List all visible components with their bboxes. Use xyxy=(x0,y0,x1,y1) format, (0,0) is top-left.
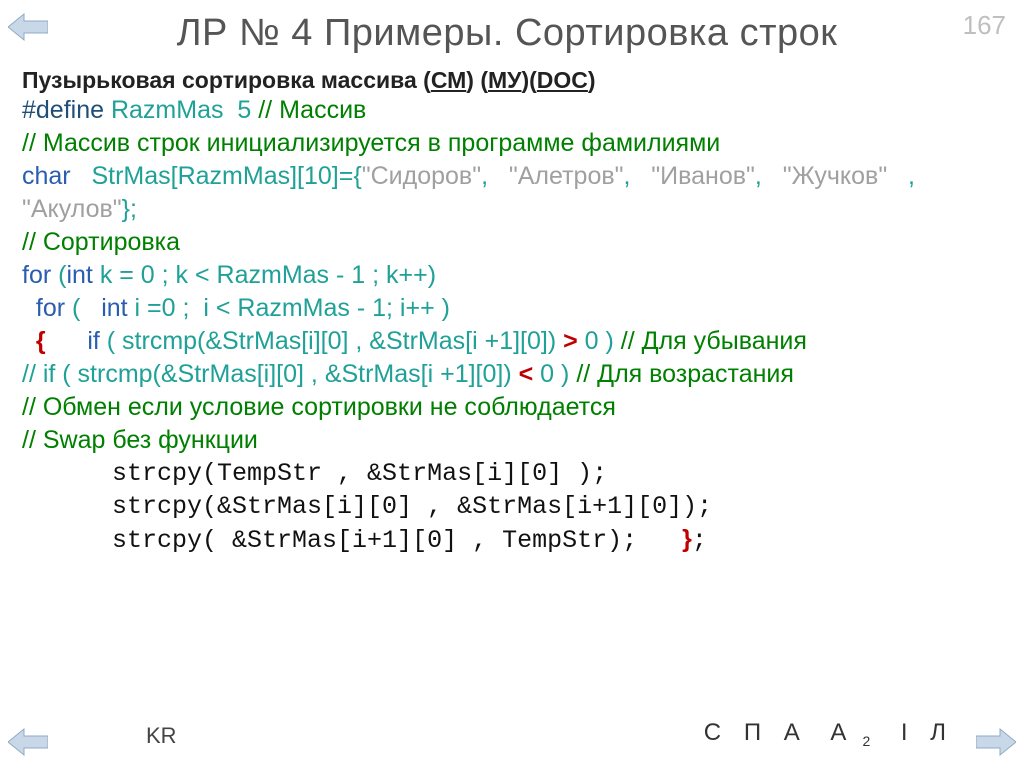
ident-razm: RazmMas 5 xyxy=(104,96,258,124)
str5: "Акулов" xyxy=(22,195,122,223)
indent7 xyxy=(22,294,36,322)
slide-container: 167 ЛР № 4 Примеры. Сортировка строк Пуз… xyxy=(0,0,1024,767)
zero1: 0 ) xyxy=(578,327,621,355)
kw-for1: for xyxy=(22,261,51,289)
nav-i[interactable]: I xyxy=(901,719,908,746)
link-my[interactable]: МУ xyxy=(488,67,521,93)
nav-p[interactable]: П xyxy=(744,719,761,746)
c3: , xyxy=(755,162,783,190)
nav-a[interactable]: А xyxy=(784,719,800,746)
nav-a2[interactable]: А2 xyxy=(822,719,878,746)
subheading-suffix: ) xyxy=(588,67,596,93)
c2: , xyxy=(624,162,652,190)
link-cm[interactable]: СМ xyxy=(431,67,466,93)
comment-desc: // Для убывания xyxy=(621,327,807,355)
str1: "Сидоров" xyxy=(362,162,481,190)
kw-if1: if xyxy=(87,327,100,355)
op-lt: < xyxy=(519,360,534,388)
nav-c[interactable]: С xyxy=(704,719,721,746)
code-line-11: // Swap без функции xyxy=(22,424,1004,457)
code-line-10: // Обмен если условие сортировки не собл… xyxy=(22,391,1004,424)
zero9: 0 ) xyxy=(533,360,576,388)
link-doc[interactable]: DOC xyxy=(537,67,588,93)
code-line-6: for (int k = 0 ; k < RazmMas - 1 ; k++) xyxy=(22,259,1004,292)
str2: "Алетров" xyxy=(509,162,624,190)
code-line-12: strcpy(TempStr , &StrMas[i][0] ); xyxy=(22,457,1004,490)
subheading: Пузырьковая сортировка массива (СМ) (МУ)… xyxy=(22,67,1004,94)
footer: KR С П А А2 I Л xyxy=(0,709,1024,749)
title-main: ЛР № 4 Примеры. xyxy=(177,12,504,54)
kw-for2: for xyxy=(36,294,65,322)
indent8 xyxy=(22,327,36,355)
str4: "Жучков" xyxy=(783,162,887,190)
str3: "Иванов" xyxy=(651,162,755,190)
slide-body: Пузырьковая сортировка массива (СМ) (МУ)… xyxy=(0,55,1024,557)
p1: ( xyxy=(51,261,66,289)
kw-char: char xyxy=(22,162,71,190)
subheading-prefix: Пузырьковая сортировка массива ( xyxy=(22,67,431,93)
page-number: 167 xyxy=(963,10,1006,41)
back-arrow-bottom[interactable] xyxy=(8,727,48,757)
rest1: k = 0 ; k < RazmMas - 1 ; k++) xyxy=(93,261,436,289)
decl: StrMas[RazmMas][10]={ xyxy=(71,162,362,190)
code-line-3: char StrMas[RazmMas][10]={"Сидоров", "Ал… xyxy=(22,160,1004,193)
nav-a2-sub: 2 xyxy=(862,733,870,749)
kw-int1: int xyxy=(66,261,92,289)
code-line-14: strcpy( &StrMas[i+1][0] , TempStr); }; xyxy=(22,523,1004,557)
subheading-mid2: )( xyxy=(521,67,536,93)
footer-kr[interactable]: KR xyxy=(146,723,177,749)
pref9: // xyxy=(22,360,43,388)
subheading-mid1: ) ( xyxy=(466,67,488,93)
cond9: ( strcmp(&StrMas[i][0] , &StrMas[i +1][0… xyxy=(55,360,518,388)
code-line-9: // if ( strcmp(&StrMas[i][0] , &StrMas[i… xyxy=(22,358,1004,391)
nav-a2-letter: А xyxy=(830,719,846,746)
close-brace: } xyxy=(682,525,692,553)
open-brace: { xyxy=(36,327,46,355)
c4: , xyxy=(887,162,922,190)
code-line-7: for ( int i =0 ; i < RazmMas - 1; i++ ) xyxy=(22,292,1004,325)
code-line-1: #define RazmMas 5 // Массив xyxy=(22,94,1004,127)
l14semi: ; xyxy=(692,526,707,555)
comment-1: // Массив xyxy=(258,96,366,124)
code-line-4: "Акулов"}; xyxy=(22,193,1004,226)
c1: , xyxy=(481,162,509,190)
back-arrow-top[interactable] xyxy=(8,12,48,42)
comment-asc: // Для возрастания xyxy=(576,360,794,388)
end-brace: }; xyxy=(122,195,137,223)
kw-define: #define xyxy=(22,96,104,124)
cond1: ( strcmp(&StrMas[i][0] , &StrMas[i +1][0… xyxy=(100,327,563,355)
code-line-5: // Сортировка xyxy=(22,226,1004,259)
nav-l[interactable]: Л xyxy=(930,719,946,746)
footer-letters: С П А А2 I Л xyxy=(696,719,954,749)
forward-arrow-bottom[interactable] xyxy=(976,727,1016,757)
kw-int2: int xyxy=(101,294,127,322)
p2: ( xyxy=(65,294,101,322)
gap8 xyxy=(46,327,88,355)
op-gt: > xyxy=(563,327,578,355)
l14a: strcpy( &StrMas[i+1][0] , TempStr); xyxy=(22,526,682,555)
code-line-8: { if ( strcmp(&StrMas[i][0] , &StrMas[i … xyxy=(22,325,1004,358)
code-line-2: // Массив строк инициализируется в прогр… xyxy=(22,127,1004,160)
slide-title: ЛР № 4 Примеры. Сортировка строк xyxy=(0,12,1024,55)
title-sub: Сортировка строк xyxy=(504,12,837,54)
rest2: i =0 ; i < RazmMas - 1; i++ ) xyxy=(128,294,450,322)
if9: if xyxy=(43,360,56,388)
code-line-13: strcpy(&StrMas[i][0] , &StrMas[i+1][0]); xyxy=(22,490,1004,523)
